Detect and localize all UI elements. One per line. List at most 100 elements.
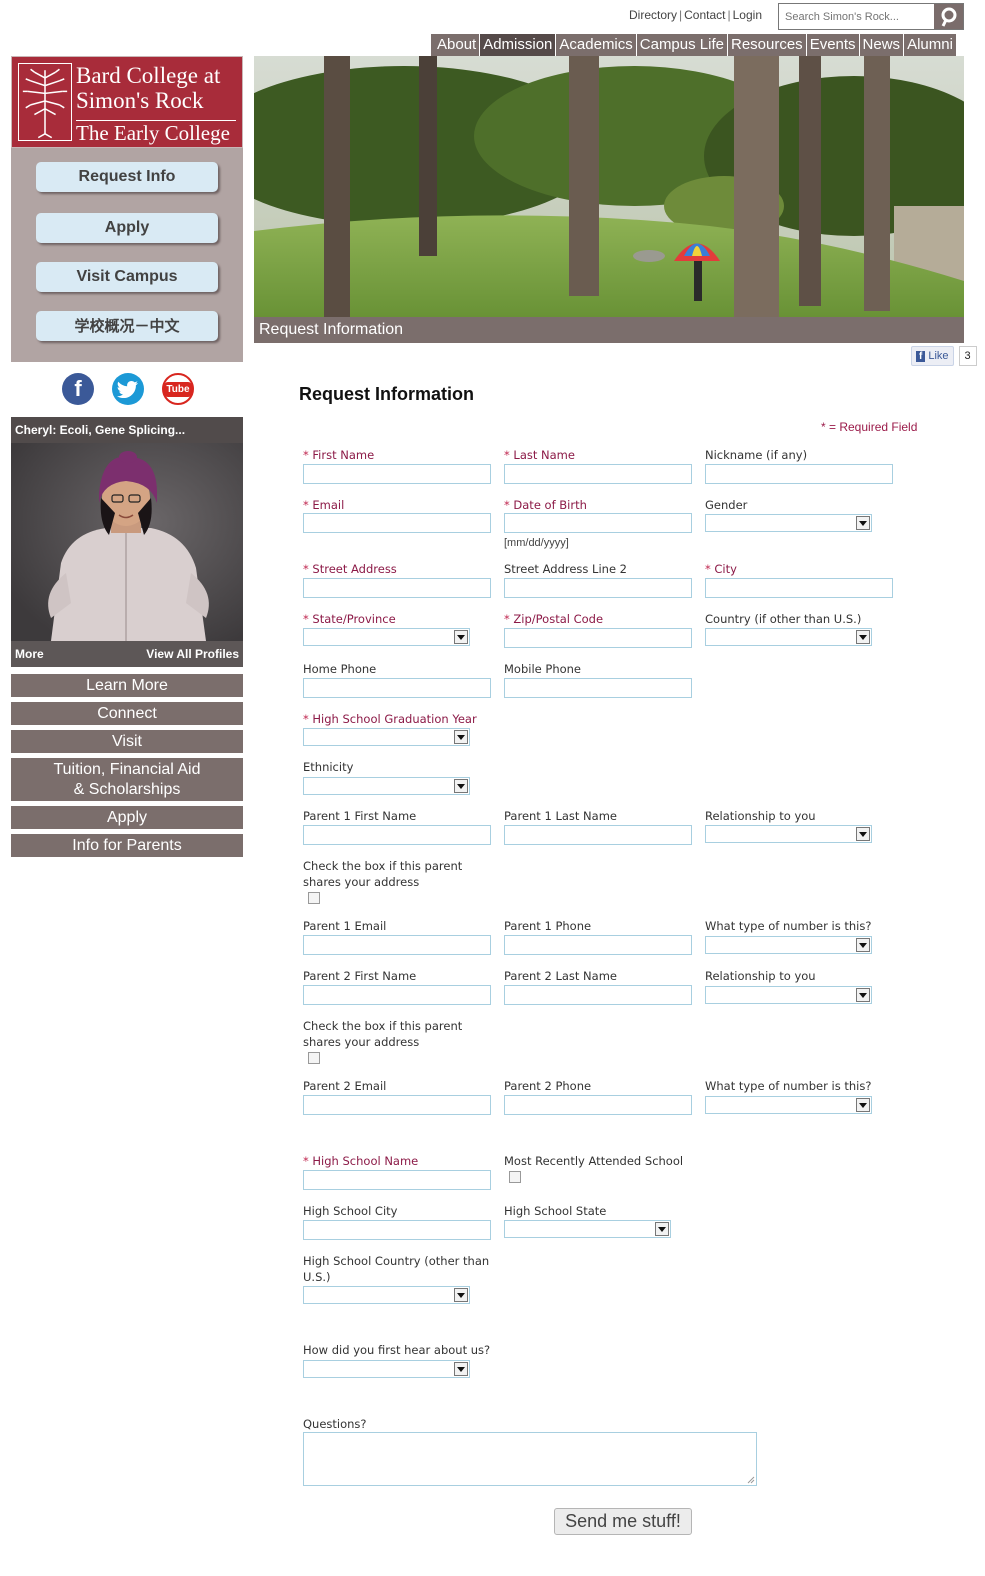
- parent2-phone-label: Parent 2 Phone: [504, 1079, 592, 1093]
- parent1-shares-label-2: shares your address: [303, 875, 420, 889]
- questions-label: Questions?: [303, 1417, 367, 1431]
- visit-campus-button[interactable]: Visit Campus: [36, 262, 218, 292]
- search-button[interactable]: [934, 4, 963, 29]
- nickname-field[interactable]: [705, 464, 893, 484]
- parent2-relationship-select[interactable]: [705, 986, 872, 1004]
- hear-select[interactable]: [303, 1360, 470, 1378]
- separator: |: [727, 8, 731, 22]
- info-for-parents-link[interactable]: Info for Parents: [11, 834, 243, 857]
- parent2-numtype-select[interactable]: [705, 1096, 872, 1114]
- ethnicity-select[interactable]: [303, 777, 470, 795]
- parent1-relationship-select[interactable]: [705, 825, 872, 843]
- bird-icon: [117, 381, 138, 398]
- parent2-first-field[interactable]: [303, 985, 491, 1005]
- required-note: * = Required Field: [821, 420, 918, 434]
- nav-resources[interactable]: Resources: [726, 34, 806, 56]
- tuition-link[interactable]: Tuition, Financial Aid & Scholarships: [11, 758, 243, 801]
- nav-alumni[interactable]: Alumni: [903, 34, 956, 56]
- street-label: Street Address: [303, 561, 396, 577]
- like-label: Like: [928, 350, 949, 362]
- hs-country-label-1: High School Country (other than: [303, 1254, 490, 1268]
- parent1-last-field[interactable]: [504, 825, 692, 845]
- nav-about[interactable]: About: [431, 34, 479, 56]
- parent2-phone-field[interactable]: [504, 1095, 692, 1115]
- facebook-icon[interactable]: f: [62, 373, 94, 405]
- hs-state-select[interactable]: [504, 1220, 671, 1238]
- parent2-email-field[interactable]: [303, 1095, 491, 1115]
- contact-link[interactable]: Contact: [684, 8, 725, 22]
- hs-name-label: High School Name: [303, 1153, 418, 1169]
- parent1-relationship-label: Relationship to you: [705, 809, 816, 823]
- nav-campus-life[interactable]: Campus Life: [635, 34, 727, 56]
- search-input[interactable]: [779, 4, 935, 29]
- parent2-email-label: Parent 2 Email: [303, 1079, 387, 1093]
- send-me-stuff-button[interactable]: Send me stuff!: [554, 1508, 692, 1535]
- city-field[interactable]: [705, 578, 893, 598]
- parent1-numtype-label: What type of number is this?: [705, 919, 872, 933]
- apply-button[interactable]: Apply: [36, 213, 218, 243]
- nav-admission[interactable]: Admission: [479, 34, 556, 56]
- mobile-phone-field[interactable]: [504, 678, 692, 698]
- login-link[interactable]: Login: [733, 8, 762, 22]
- youtube-icon[interactable]: Tube: [162, 373, 194, 405]
- visit-link[interactable]: Visit: [11, 730, 243, 753]
- logo-line-1: Bard College at: [76, 63, 221, 88]
- city-label: City: [705, 561, 737, 577]
- hs-city-field[interactable]: [303, 1220, 491, 1240]
- street-field[interactable]: [303, 578, 491, 598]
- questions-textarea[interactable]: [303, 1432, 757, 1486]
- parent2-last-label: Parent 2 Last Name: [504, 969, 617, 983]
- profile-more-link[interactable]: More: [15, 647, 44, 661]
- home-phone-field[interactable]: [303, 678, 491, 698]
- connect-link[interactable]: Connect: [11, 702, 243, 725]
- request-info-button[interactable]: Request Info: [36, 162, 218, 192]
- parent1-numtype-select[interactable]: [705, 936, 872, 954]
- apply-link[interactable]: Apply: [11, 806, 243, 829]
- like-button[interactable]: f Like: [911, 346, 954, 366]
- facebook-like: f Like 3: [911, 346, 977, 366]
- state-select[interactable]: [303, 628, 470, 646]
- parent1-email-field[interactable]: [303, 935, 491, 955]
- resize-handle-icon[interactable]: [747, 1476, 755, 1484]
- street2-label: Street Address Line 2: [504, 562, 627, 576]
- email-field[interactable]: [303, 513, 491, 533]
- chinese-overview-button[interactable]: 学校概况－中文: [36, 311, 218, 341]
- nav-events[interactable]: Events: [805, 34, 859, 56]
- gender-select[interactable]: [705, 514, 872, 532]
- student-profile[interactable]: Cheryl: Ecoli, Gene Splicing... More Vie…: [11, 417, 243, 667]
- learn-more-link[interactable]: Learn More: [11, 674, 243, 697]
- parent1-shares-checkbox[interactable]: [308, 892, 320, 904]
- recent-school-label: Most Recently Attended School: [504, 1154, 684, 1168]
- parent1-phone-field[interactable]: [504, 935, 692, 955]
- utility-links: Directory | Contact | Login: [629, 8, 762, 22]
- chevron-down-icon: [856, 1098, 870, 1112]
- country-select[interactable]: [705, 628, 872, 646]
- parent2-last-field[interactable]: [504, 985, 692, 1005]
- street2-field[interactable]: [504, 578, 692, 598]
- grad-year-select[interactable]: [303, 728, 470, 746]
- directory-link[interactable]: Directory: [629, 8, 677, 22]
- separator: |: [679, 8, 683, 22]
- twitter-icon[interactable]: [112, 373, 144, 405]
- dob-field[interactable]: [504, 513, 692, 533]
- zip-label: Zip/Postal Code: [504, 611, 603, 627]
- last-name-field[interactable]: [504, 464, 692, 484]
- first-name-field[interactable]: [303, 464, 491, 484]
- college-logo[interactable]: Bard College at Simon's Rock The Early C…: [11, 56, 243, 148]
- zip-field[interactable]: [504, 628, 692, 648]
- facebook-icon: f: [916, 350, 926, 362]
- recent-school-checkbox[interactable]: [509, 1171, 521, 1183]
- country-label: Country (if other than U.S.): [705, 612, 862, 626]
- nav-news[interactable]: News: [858, 34, 904, 56]
- logo-line-2: Simon's Rock: [76, 88, 204, 113]
- parent1-phone-label: Parent 1 Phone: [504, 919, 592, 933]
- parent1-shares-label-1: Check the box if this parent: [303, 859, 463, 873]
- hs-name-field[interactable]: [303, 1170, 491, 1190]
- chevron-down-icon: [856, 827, 870, 841]
- hs-country-select[interactable]: [303, 1286, 470, 1304]
- view-all-profiles-link[interactable]: View All Profiles: [146, 641, 239, 667]
- parent1-first-field[interactable]: [303, 825, 491, 845]
- parent2-shares-checkbox[interactable]: [308, 1052, 320, 1064]
- nav-academics[interactable]: Academics: [555, 34, 635, 56]
- logo-line-3: The Early College: [76, 121, 230, 145]
